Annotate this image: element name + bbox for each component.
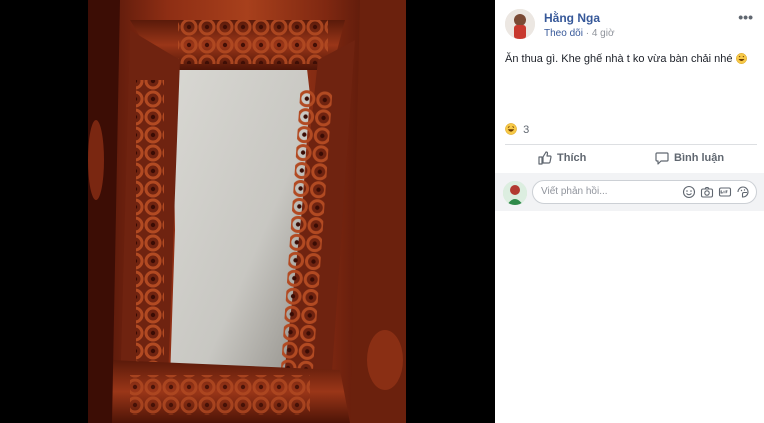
comment-button[interactable]: Bình luận — [655, 151, 724, 165]
camera-icon[interactable] — [700, 185, 714, 199]
like-button[interactable]: Thích — [538, 151, 586, 165]
sticker-icon[interactable] — [736, 185, 750, 199]
more-options-button[interactable]: ••• — [738, 9, 753, 25]
thumbs-up-icon — [538, 151, 552, 165]
post-header: Hằng Nga Theo dõi · 4 giờ ••• — [505, 9, 760, 43]
reaction-summary[interactable]: 3 — [505, 123, 529, 136]
comment-tools — [682, 185, 750, 199]
gif-icon[interactable] — [718, 185, 732, 199]
divider — [505, 144, 757, 145]
like-label: Thích — [557, 152, 587, 164]
photo-viewer[interactable] — [0, 0, 495, 423]
author-avatar[interactable] — [505, 9, 535, 39]
comment-label: Bình luận — [674, 152, 725, 164]
emoji-icon[interactable] — [682, 185, 696, 199]
haha-reaction-icon — [505, 123, 517, 135]
laughing-face-icon — [735, 53, 747, 64]
follow-link[interactable]: Theo dõi — [544, 28, 583, 39]
current-user-avatar[interactable] — [503, 181, 527, 205]
comment-bubble-icon — [655, 152, 669, 165]
post-side-panel: Hằng Nga Theo dõi · 4 giờ ••• Ăn thua gì… — [495, 0, 764, 423]
comment-composer: Viết phản hồi... — [495, 173, 764, 211]
post-meta: Theo dõi · 4 giờ — [544, 28, 615, 39]
comment-placeholder: Viết phản hồi... — [541, 186, 608, 197]
post-message-text: Ăn thua gì. Khe ghế nhà t ko vừa bàn chả… — [505, 53, 733, 65]
author-name[interactable]: Hằng Nga — [544, 11, 600, 25]
reaction-count: 3 — [523, 124, 530, 136]
post-time[interactable]: 4 giờ — [592, 28, 615, 39]
post-message: Ăn thua gì. Khe ghế nhà t ko vừa bàn chả… — [505, 53, 755, 65]
action-bar: Thích Bình luận — [505, 147, 757, 171]
comment-input[interactable]: Viết phản hồi... — [532, 180, 757, 204]
post-photo — [88, 0, 406, 423]
meta-separator: · — [585, 28, 590, 39]
